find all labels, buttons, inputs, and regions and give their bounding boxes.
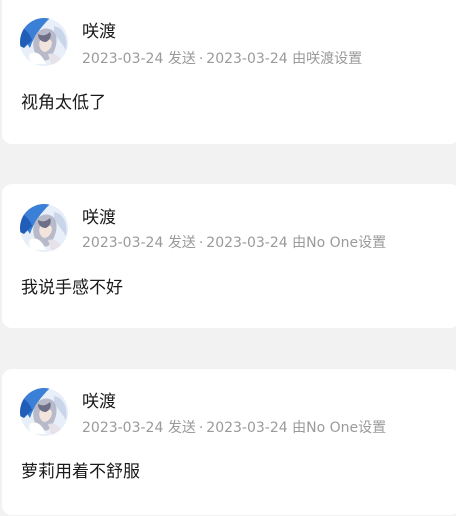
post-meta: 2023-03-24 发送 · 2023-03-24 由No One设置 (82, 419, 386, 437)
comment-text: 萝莉用着不舒服 (21, 462, 140, 482)
meta-separator: · (198, 420, 204, 436)
meta-separator: · (198, 51, 204, 67)
comment-card: 咲渡 2023-03-24 发送 · 2023-03-24 由咲渡设置 视角太低了 (2, 0, 456, 144)
sent-label: 发送 (167, 235, 196, 251)
comment-text: 视角太低了 (21, 93, 106, 113)
author-name: 咲渡 (82, 392, 116, 412)
comment-feed: 咲渡 2023-03-24 发送 · 2023-03-24 由咲渡设置 视角太低了 … (0, 0, 456, 516)
set-date: 2023-03-24 (206, 235, 288, 251)
set-date: 2023-03-24 (206, 51, 288, 67)
set-by-label: 由No One设置 (292, 420, 387, 436)
set-by-label: 由No One设置 (292, 235, 387, 251)
avatar[interactable] (20, 18, 68, 66)
set-date: 2023-03-24 (206, 420, 288, 436)
sent-label: 发送 (167, 51, 196, 67)
post-meta: 2023-03-24 发送 · 2023-03-24 由No One设置 (82, 234, 386, 252)
author-name: 咲渡 (82, 208, 116, 228)
sent-date: 2023-03-24 (82, 51, 164, 67)
meta-separator: · (198, 235, 204, 251)
comment-card: 咲渡 2023-03-24 发送 · 2023-03-24 由No One设置 萝莉… (2, 369, 456, 515)
avatar[interactable] (20, 204, 68, 252)
sent-label: 发送 (167, 420, 196, 436)
avatar[interactable] (20, 388, 68, 436)
post-meta: 2023-03-24 发送 · 2023-03-24 由咲渡设置 (82, 50, 362, 68)
sent-date: 2023-03-24 (82, 420, 164, 436)
comment-text: 我说手感不好 (21, 278, 123, 298)
comment-card: 咲渡 2023-03-24 发送 · 2023-03-24 由No One设置 我说… (2, 184, 456, 328)
author-name: 咲渡 (82, 22, 116, 42)
set-by-label: 由咲渡设置 (292, 51, 363, 67)
sent-date: 2023-03-24 (82, 235, 164, 251)
